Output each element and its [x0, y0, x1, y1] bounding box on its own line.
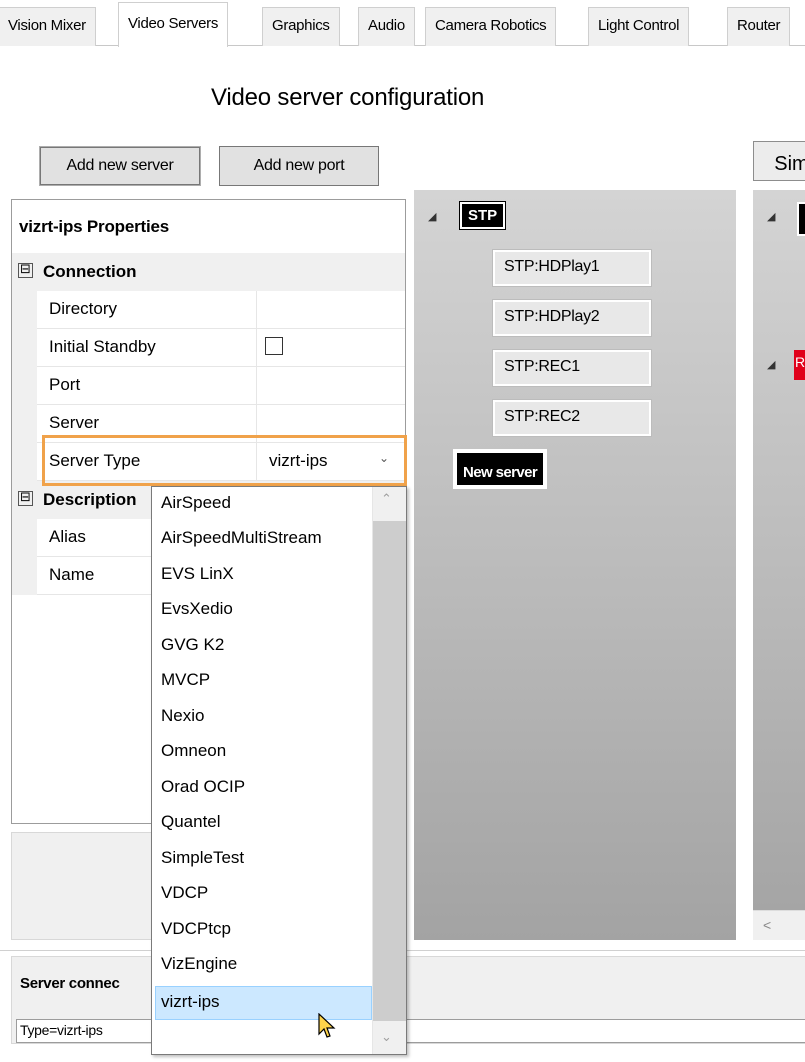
- category-label: Description: [43, 490, 137, 509]
- dropdown-option-selected[interactable]: vizrt-ips: [155, 986, 372, 1020]
- property-row-port[interactable]: Port: [37, 367, 405, 405]
- expand-triangle-icon[interactable]: ◢: [767, 210, 775, 223]
- tab-camera-robotics[interactable]: Camera Robotics: [425, 7, 557, 46]
- highlight-frame: [42, 435, 407, 486]
- dropdown-option[interactable]: VizEngine: [152, 948, 372, 982]
- server-connection-title: Server connec: [20, 975, 120, 992]
- property-name: Server: [49, 413, 100, 432]
- right-tree-panel[interactable]: [753, 190, 805, 940]
- sim-button[interactable]: Sim: [753, 141, 805, 181]
- tab-video-servers[interactable]: Video Servers: [118, 2, 229, 47]
- property-grid-title: vizrt-ips Properties: [19, 217, 169, 236]
- tree-node-red[interactable]: R: [794, 350, 805, 380]
- initial-standby-checkbox[interactable]: [265, 337, 283, 355]
- property-row-initial-standby[interactable]: Initial Standby: [37, 329, 405, 367]
- tab-bar: Vision Mixer Video Servers Graphics Audi…: [0, 0, 805, 47]
- expand-triangle-icon[interactable]: ◢: [428, 210, 436, 223]
- category-label: Connection: [43, 262, 137, 281]
- dropdown-option[interactable]: AirSpeedMultiStream: [152, 522, 372, 556]
- property-name: Directory: [49, 299, 118, 318]
- port-node[interactable]: STP:HDPlay2: [492, 299, 652, 337]
- page-title: Video server configuration: [211, 84, 485, 111]
- chevron-down-icon[interactable]: ⌄: [381, 1029, 392, 1045]
- scroll-left-icon[interactable]: <: [763, 917, 771, 933]
- dropdown-option[interactable]: Nexio: [152, 700, 372, 734]
- dropdown-option[interactable]: Omneon: [152, 735, 372, 769]
- horizontal-scrollbar[interactable]: <: [753, 910, 805, 940]
- collapse-icon[interactable]: ⊟: [18, 491, 33, 506]
- collapse-icon[interactable]: ⊟: [18, 263, 33, 278]
- dropdown-scrollbar[interactable]: ⌃ ⌄: [372, 487, 406, 1054]
- column-divider: [256, 367, 257, 405]
- dropdown-option[interactable]: EVS LinX: [152, 558, 372, 592]
- new-server-node[interactable]: New server: [453, 449, 548, 489]
- dropdown-option[interactable]: VDCP: [152, 877, 372, 911]
- property-name: Initial Standby: [49, 337, 156, 356]
- add-new-server-button[interactable]: Add new server: [39, 146, 201, 186]
- category-connection[interactable]: ⊟ Connection: [12, 253, 405, 291]
- category-gutter: [12, 519, 37, 595]
- tab-light-control[interactable]: Light Control: [588, 7, 690, 46]
- category-gutter: [12, 291, 37, 481]
- dropdown-option[interactable]: MVCP: [152, 664, 372, 698]
- column-divider: [256, 329, 257, 367]
- expand-triangle-icon[interactable]: ◢: [767, 358, 775, 371]
- tree-node[interactable]: [797, 202, 805, 236]
- property-name: Name: [49, 565, 95, 584]
- add-new-port-button[interactable]: Add new port: [219, 146, 379, 186]
- dropdown-option[interactable]: SimpleTest: [152, 842, 372, 876]
- column-divider: [256, 291, 257, 329]
- tab-router[interactable]: Router: [727, 7, 791, 46]
- port-node[interactable]: STP:REC1: [492, 349, 652, 387]
- port-node[interactable]: STP:HDPlay1: [492, 249, 652, 287]
- port-node[interactable]: STP:REC2: [492, 399, 652, 437]
- chevron-up-icon[interactable]: ⌃: [381, 491, 392, 507]
- tab-graphics[interactable]: Graphics: [262, 7, 340, 46]
- property-name: Port: [49, 375, 81, 394]
- dropdown-option[interactable]: AirSpeed: [152, 487, 372, 521]
- property-name: Alias: [49, 527, 86, 546]
- dropdown-option[interactable]: Quantel: [152, 806, 372, 840]
- tab-vision-mixer[interactable]: Vision Mixer: [0, 7, 96, 46]
- dropdown-option[interactable]: GVG K2: [152, 629, 372, 663]
- tab-audio[interactable]: Audio: [358, 7, 415, 46]
- server-node-stp[interactable]: STP: [458, 201, 507, 230]
- server-connection-value: Type=vizrt-ips: [20, 1022, 103, 1038]
- dropdown-option[interactable]: EvsXedio: [152, 593, 372, 627]
- scrollbar-thumb[interactable]: [373, 521, 406, 1021]
- server-type-dropdown-list[interactable]: AirSpeed AirSpeedMultiStream EVS LinX Ev…: [151, 486, 407, 1055]
- server-connection-field[interactable]: Type=vizrt-ips: [16, 1019, 805, 1043]
- dropdown-option[interactable]: Orad OCIP: [152, 771, 372, 805]
- property-row-directory[interactable]: Directory: [37, 291, 405, 329]
- mouse-pointer-icon: [318, 1013, 336, 1038]
- dropdown-option[interactable]: VDCPtcp: [152, 913, 372, 947]
